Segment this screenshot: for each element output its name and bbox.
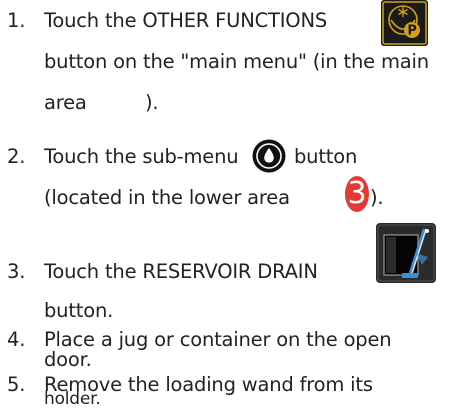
step-text: Touch the sub-menu: [44, 145, 239, 168]
step-number: 1.: [7, 9, 26, 32]
step-text: Place a jug or container on the open: [44, 328, 392, 351]
step-text: holder.: [44, 389, 101, 409]
step-text: area: [44, 91, 87, 114]
svg-text:P: P: [407, 24, 416, 39]
step-text: ).: [145, 91, 159, 114]
step-text: button.: [44, 299, 114, 322]
area-number-badge: 3: [345, 176, 369, 212]
step-number: 2.: [7, 145, 26, 168]
step-text: Touch the RESERVOIR DRAIN: [44, 260, 318, 283]
step-text: ).: [370, 186, 384, 209]
step-text: button: [294, 145, 358, 168]
reservoir-drain-icon: [376, 223, 436, 283]
water-drop-icon: [252, 139, 286, 173]
step-text: (located in the lower area: [44, 186, 290, 209]
step-text: Touch the OTHER FUNCTIONS: [44, 9, 328, 32]
step-number: 3.: [7, 260, 26, 283]
step-number: 5.: [7, 373, 26, 396]
step-text: door.: [44, 348, 92, 371]
other-functions-icon: P: [381, 0, 428, 46]
step-text: button on the "main menu" (in the main: [44, 50, 429, 73]
step-number: 4.: [7, 328, 26, 351]
